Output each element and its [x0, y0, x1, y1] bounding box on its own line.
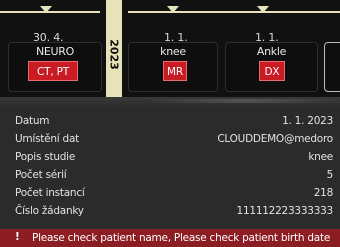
detail-row-date: Datum 1. 1. 2023: [0, 115, 333, 131]
detail-row-location: Umístění dat CLOUDDEMO@medoro: [0, 133, 333, 149]
detail-value: knee: [308, 151, 333, 163]
detail-row-series: Počet sérií 5: [0, 169, 333, 185]
modality-badge: DX: [259, 61, 285, 81]
study-card-neuro[interactable]: NEURO CT, PT: [8, 42, 102, 92]
study-title: Ankle: [256, 45, 287, 58]
study-timeline: 30. 4. 1. 1. 1. 1. NEURO CT, PT 2023 kne…: [0, 0, 340, 97]
timeline-line-right: [128, 11, 340, 13]
detail-label: Počet instancí: [15, 187, 85, 199]
detail-label: Popis studie: [15, 151, 76, 163]
detail-row-instances: Počet instancí 218: [0, 187, 333, 203]
modality-badge: CT, PT: [28, 61, 78, 81]
study-card-next-partial[interactable]: [324, 42, 340, 92]
detail-label: Počet sérií: [15, 169, 67, 181]
study-card-ankle[interactable]: Ankle DX: [225, 42, 318, 92]
warning-banner: ! Please check patient name, Please chec…: [0, 229, 340, 247]
detail-value: 218: [313, 187, 334, 199]
study-title: knee: [160, 45, 186, 58]
detail-value: 1. 1. 2023: [282, 115, 333, 127]
year-divider: 2023: [106, 0, 122, 97]
panel-separator: [0, 97, 340, 107]
detail-value: CLOUDDEMO@medoro: [217, 133, 333, 145]
year-label: 2023: [107, 39, 121, 70]
timeline-marker-3: [257, 6, 269, 13]
detail-row-description: Popis studie knee: [0, 151, 333, 167]
timeline-marker-2: [167, 6, 179, 13]
detail-label: Datum: [15, 115, 50, 127]
timeline-marker-1: [40, 6, 52, 13]
warning-icon: !: [15, 231, 20, 243]
detail-label: Číslo žádanky: [15, 205, 84, 217]
study-details-panel: Datum 1. 1. 2023 Umístění dat CLOUDDEMO@…: [0, 107, 340, 229]
detail-value: 111112223333333: [236, 205, 334, 217]
study-card-knee[interactable]: knee MR: [128, 42, 218, 92]
detail-row-request-number: Číslo žádanky 111112223333333: [0, 205, 333, 221]
modality-badge: MR: [163, 61, 187, 81]
warning-message: Please check patient name, Please check …: [32, 232, 331, 244]
detail-label: Umístění dat: [15, 133, 80, 145]
detail-value: 5: [326, 169, 334, 181]
study-title: NEURO: [35, 45, 75, 58]
